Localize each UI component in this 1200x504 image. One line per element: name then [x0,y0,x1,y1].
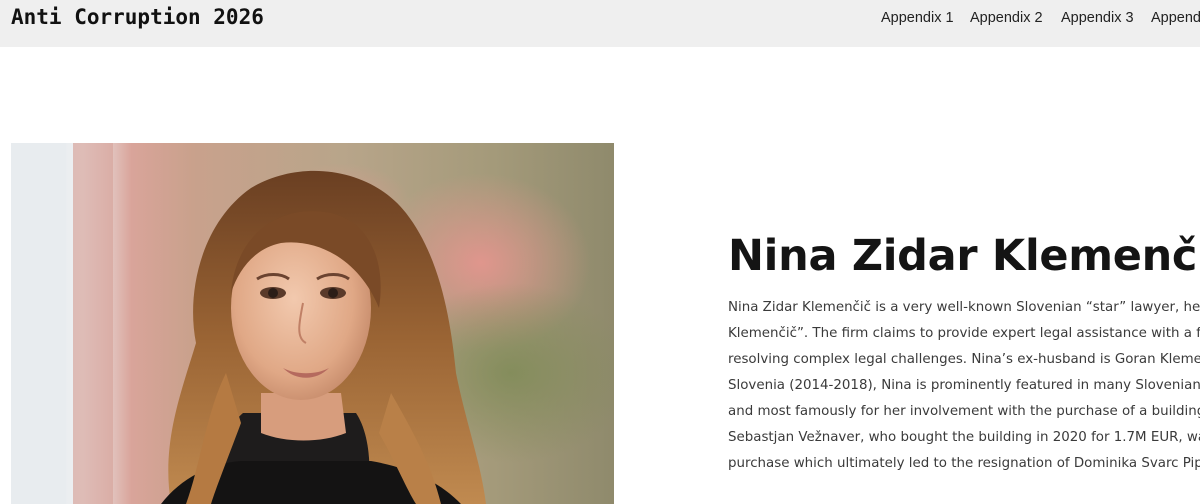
portrait-image [11,143,614,504]
nav-link-appendix-4[interactable]: Append [1151,8,1200,28]
paragraph-line: Slovenia (2014-2018), Nina is prominentl… [728,378,1200,393]
portrait-photo [11,143,614,504]
article-paragraph: Nina Zidar Klemenčič is a very well-know… [728,295,1200,477]
article-heading: Nina Zidar Klemenčič [728,231,1200,281]
article: Nina Zidar Klemenčič Nina Zidar Klemenči… [728,228,1200,471]
site-title[interactable]: Anti Corruption 2026 [11,3,264,31]
paragraph-line: resolving complex legal challenges. Nina… [728,352,1200,367]
nav-link-appendix-3[interactable]: Appendix 3 [1061,8,1134,28]
nav-link-appendix-1[interactable]: Appendix 1 [881,8,954,28]
paragraph-line: Klemenčič”. The firm claims to provide e… [728,326,1200,341]
nav-link-appendix-2[interactable]: Appendix 2 [970,8,1043,28]
paragraph-line: and most famously for her involvement wi… [728,404,1200,419]
paragraph-line: Nina Zidar Klemenčič is a very well-know… [728,300,1200,315]
top-navigation-bar: Anti Corruption 2026 Appendix 1 Appendix… [0,0,1200,47]
paragraph-line: Sebastjan Vežnaver, who bought the build… [728,430,1200,445]
paragraph-line: purchase which ultimately led to the res… [728,456,1200,471]
